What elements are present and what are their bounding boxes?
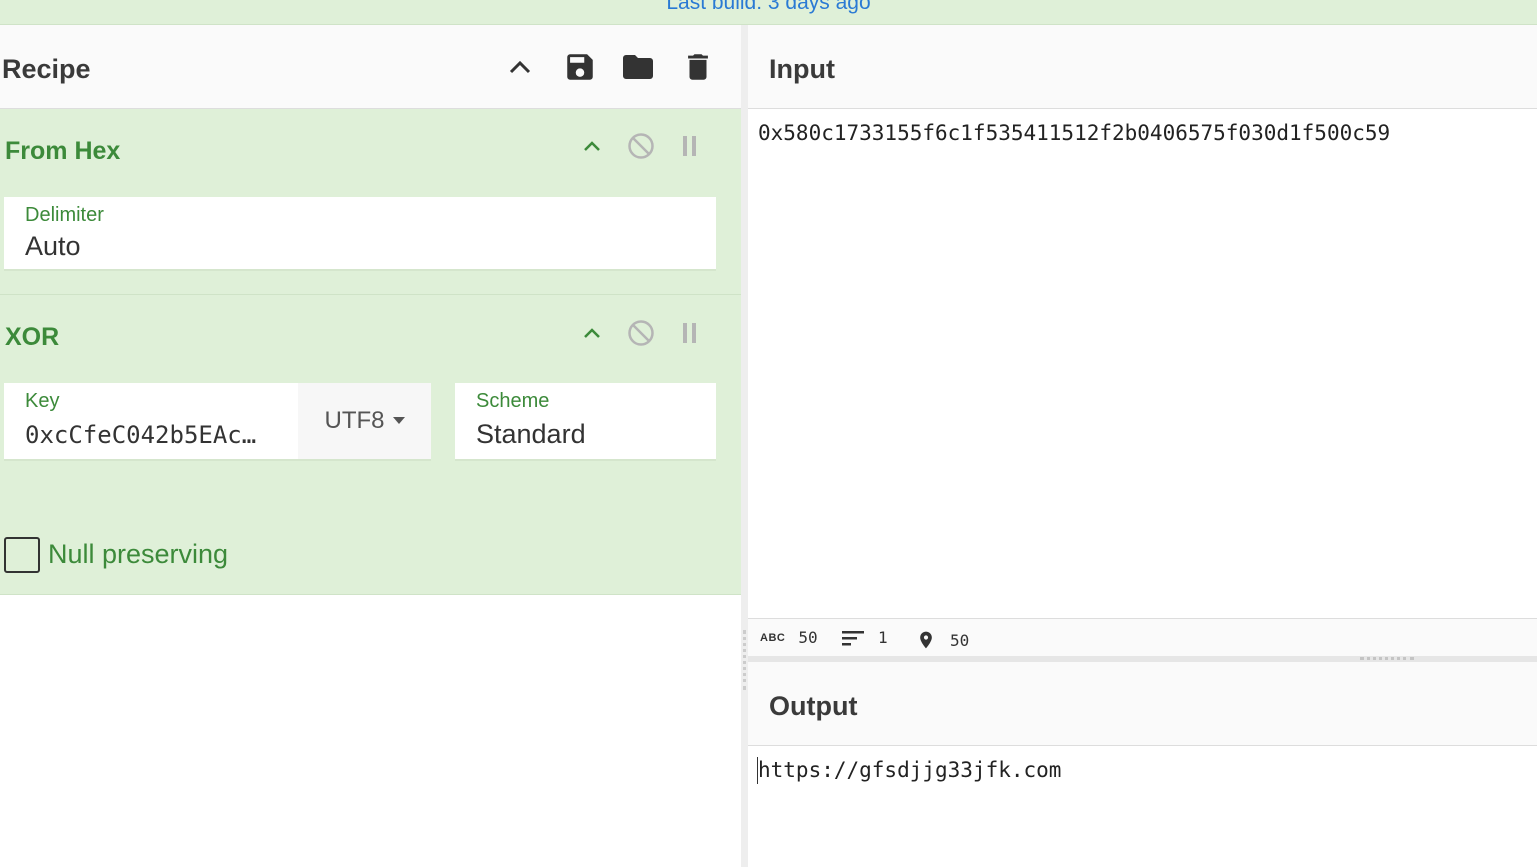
operation-xor: XOR Key 0xcCfeC042b5EAc… UTF8 Scheme Sta… <box>0 295 741 595</box>
output-pane: Output https://gfsdjjg33jfk.com <box>748 662 1537 867</box>
last-build-text[interactable]: Last build: 3 days ago <box>0 0 1537 15</box>
disable-icon[interactable] <box>625 317 657 349</box>
key-label: Key <box>25 390 60 412</box>
chevron-up-icon[interactable] <box>576 130 608 162</box>
pause-icon[interactable] <box>674 317 706 349</box>
pane-divider[interactable] <box>741 25 748 867</box>
key-field[interactable]: Key 0xcCfeC042b5EAc… UTF8 <box>4 383 431 461</box>
recipe-header: Recipe <box>0 25 741 109</box>
abc-icon: ABC <box>760 631 786 644</box>
key-encoding-dropdown[interactable]: UTF8 <box>298 383 431 459</box>
operation-from-hex: From Hex Delimiter Auto <box>0 109 741 295</box>
caret-down-icon <box>392 417 405 424</box>
chevron-up-icon[interactable] <box>502 49 538 85</box>
text-caret <box>757 757 758 784</box>
input-header: Input <box>748 25 1537 109</box>
null-preserving-label[interactable]: Null preserving <box>48 539 228 570</box>
input-pane: Input 0x580c1733155f6c1f535411512f2b0406… <box>748 25 1537 618</box>
pause-icon[interactable] <box>674 130 706 162</box>
recipe-pane: Recipe From Hex Delimiter Auto XOR Key 0… <box>0 25 741 867</box>
cursor-position: 50 <box>916 628 969 652</box>
char-count: ABC 50 <box>760 628 818 647</box>
lines-icon <box>842 630 864 645</box>
chevron-up-icon[interactable] <box>576 317 608 349</box>
folder-icon[interactable] <box>620 49 656 85</box>
scheme-field[interactable]: Scheme Standard <box>455 383 716 461</box>
operation-title: From Hex <box>5 137 121 165</box>
key-encoding-label: UTF8 <box>324 407 385 434</box>
input-textarea[interactable]: 0x580c1733155f6c1f535411512f2b0406575f03… <box>758 121 1390 145</box>
input-title: Input <box>769 54 835 84</box>
key-value[interactable]: 0xcCfeC042b5EAc… <box>25 421 285 449</box>
char-count-value: 50 <box>798 628 818 647</box>
delimiter-field[interactable]: Delimiter Auto <box>4 197 716 271</box>
location-pin-icon <box>920 631 932 649</box>
trash-icon[interactable] <box>680 49 716 85</box>
input-status-bar: ABC 50 1 50 <box>748 618 1537 656</box>
save-icon[interactable] <box>562 49 598 85</box>
line-count-value: 1 <box>878 628 888 647</box>
operation-title: XOR <box>5 323 60 351</box>
line-count: 1 <box>842 628 888 647</box>
resize-grip[interactable] <box>1360 657 1414 660</box>
scheme-label: Scheme <box>476 390 550 412</box>
output-header: Output <box>748 662 1537 746</box>
delimiter-value[interactable]: Auto <box>25 231 81 262</box>
disable-icon[interactable] <box>625 130 657 162</box>
delimiter-label: Delimiter <box>25 204 104 226</box>
divider-grip[interactable] <box>743 630 746 690</box>
scheme-value[interactable]: Standard <box>476 419 586 450</box>
build-banner: Last build: 3 days ago <box>0 0 1537 25</box>
output-title: Output <box>769 691 858 721</box>
recipe-title: Recipe <box>2 54 91 84</box>
output-textarea[interactable]: https://gfsdjjg33jfk.com <box>758 758 1061 782</box>
null-preserving-checkbox[interactable] <box>4 537 40 573</box>
cursor-position-value: 50 <box>950 630 970 650</box>
